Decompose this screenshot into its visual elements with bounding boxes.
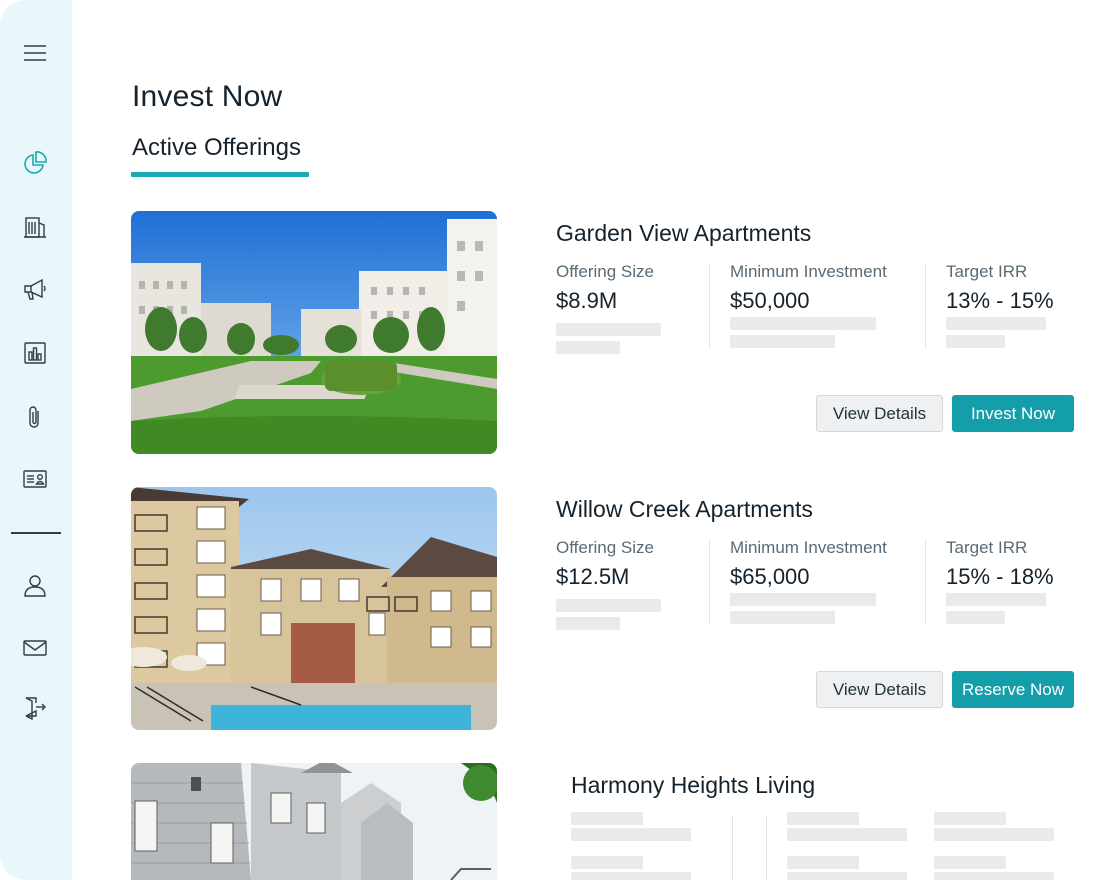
sidebar-divider — [11, 532, 61, 534]
building-icon[interactable] — [20, 211, 50, 241]
metric-value: 13% - 15% — [946, 288, 1054, 313]
tab-active-offerings[interactable]: Active Offerings — [132, 134, 301, 174]
property-photo[interactable] — [131, 763, 497, 880]
metric-label: Target IRR — [946, 262, 1028, 281]
metric-value: $12.5M — [556, 564, 630, 589]
metric-divider — [709, 264, 710, 348]
skeleton-line — [934, 812, 1006, 825]
view-details-button[interactable]: View Details — [816, 671, 943, 708]
skeleton-line — [787, 812, 859, 825]
skeleton-line — [934, 856, 1006, 869]
id-card-icon[interactable] — [20, 464, 50, 494]
offering-title[interactable]: Harmony Heights Living — [571, 772, 815, 799]
metric-min-investment: Minimum Investment $50,000 — [730, 262, 887, 314]
skeleton-line — [946, 335, 1005, 348]
metric-target-irr: Target IRR 15% - 18% — [946, 538, 1054, 590]
metric-label: Offering Size — [556, 262, 654, 281]
skeleton-line — [730, 593, 876, 606]
tab-underline — [131, 172, 309, 177]
menu-icon[interactable] — [20, 38, 50, 68]
metric-value: $65,000 — [730, 564, 810, 589]
metric-divider — [925, 264, 926, 348]
sidebar — [0, 0, 72, 880]
metric-divider — [709, 540, 710, 624]
skeleton-line — [556, 323, 661, 336]
skeleton-line — [571, 856, 643, 869]
metric-label: Target IRR — [946, 538, 1028, 557]
logout-icon[interactable] — [20, 692, 50, 722]
mail-icon[interactable] — [20, 633, 50, 663]
skeleton-line — [787, 872, 907, 880]
metric-value: 15% - 18% — [946, 564, 1054, 589]
skeleton-line — [730, 317, 876, 330]
metric-min-investment: Minimum Investment $65,000 — [730, 538, 887, 590]
metric-value: $8.9M — [556, 288, 618, 313]
metric-offering-size: Offering Size $12.5M — [556, 538, 654, 590]
reserve-now-button[interactable]: Reserve Now — [952, 671, 1074, 708]
skeleton-line — [946, 611, 1005, 624]
skeleton-line — [730, 611, 835, 624]
metric-label: Offering Size — [556, 538, 654, 557]
skeleton-line — [571, 828, 691, 841]
skeleton-line — [787, 828, 907, 841]
metric-offering-size: Offering Size $8.9M — [556, 262, 654, 314]
bar-chart-icon[interactable] — [20, 338, 50, 368]
skeleton-line — [787, 856, 859, 869]
metric-divider — [732, 816, 733, 880]
skeleton-line — [730, 335, 835, 348]
skeleton-line — [556, 341, 620, 354]
offering-title[interactable]: Willow Creek Apartments — [556, 496, 813, 523]
view-details-button[interactable]: View Details — [816, 395, 943, 432]
invest-now-button[interactable]: Invest Now — [952, 395, 1074, 432]
skeleton-line — [556, 617, 620, 630]
skeleton-line — [571, 812, 643, 825]
property-photo[interactable] — [131, 211, 497, 454]
megaphone-icon[interactable] — [20, 274, 50, 304]
metric-value: $50,000 — [730, 288, 810, 313]
metric-label: Minimum Investment — [730, 538, 887, 557]
skeleton-line — [934, 872, 1054, 880]
property-photo[interactable] — [131, 487, 497, 730]
paperclip-icon[interactable] — [20, 402, 50, 432]
skeleton-line — [946, 593, 1046, 606]
page-title: Invest Now — [132, 80, 283, 113]
user-icon[interactable] — [20, 570, 50, 600]
metric-target-irr: Target IRR 13% - 15% — [946, 262, 1054, 314]
metric-divider — [766, 816, 767, 880]
skeleton-line — [934, 828, 1054, 841]
skeleton-line — [946, 317, 1046, 330]
metric-divider — [925, 540, 926, 624]
metric-label: Minimum Investment — [730, 262, 887, 281]
pie-chart-icon[interactable] — [20, 148, 50, 178]
offering-title[interactable]: Garden View Apartments — [556, 220, 811, 247]
skeleton-line — [571, 872, 691, 880]
skeleton-line — [556, 599, 661, 612]
